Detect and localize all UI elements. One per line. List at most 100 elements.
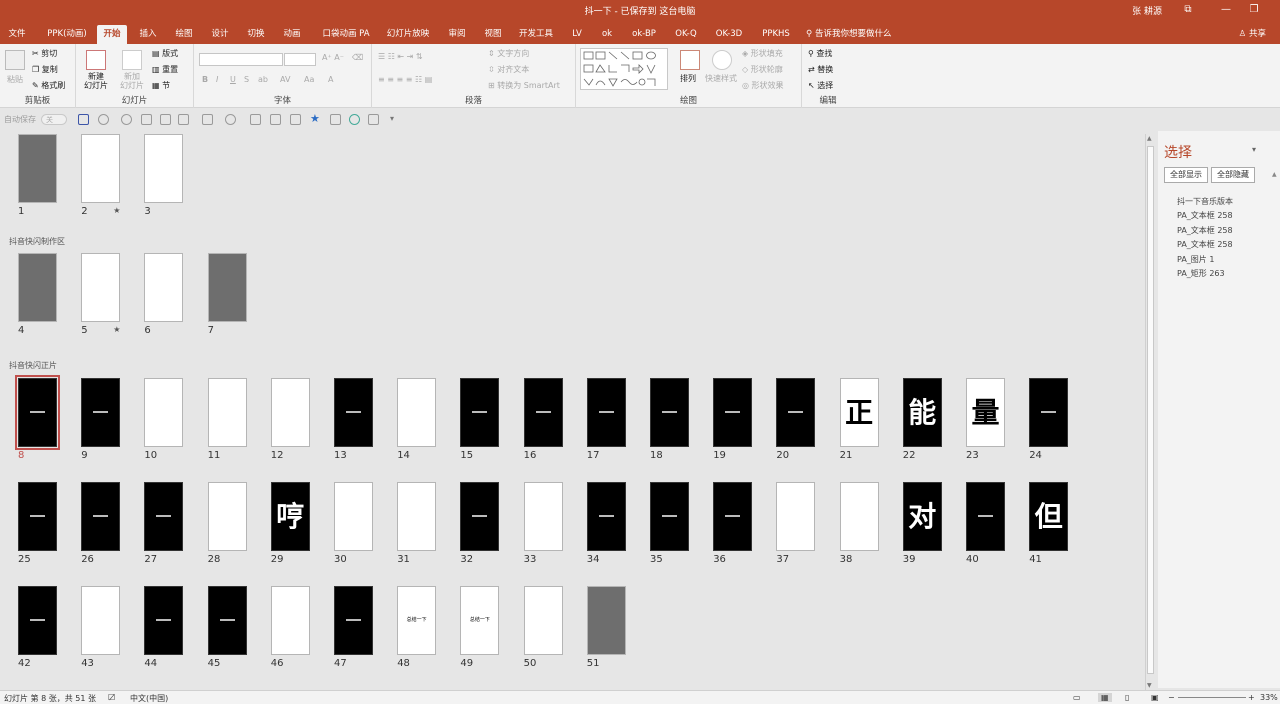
replace-button[interactable]: ⇄ 替换 — [808, 64, 833, 75]
slide-thumbnail[interactable] — [15, 375, 60, 450]
selection-item[interactable]: PA_文本框 258 — [1177, 210, 1233, 221]
reading-view-icon[interactable]: ▯ — [1125, 693, 1129, 702]
section-header[interactable]: 抖音快闪正片 — [9, 360, 57, 371]
qat-tool-7-icon[interactable] — [290, 114, 301, 125]
slide-thumbnail[interactable] — [397, 378, 437, 447]
selection-item[interactable]: 抖一下音乐版本 — [1177, 196, 1233, 207]
slide-thumbnail[interactable]: 正 — [839, 378, 879, 447]
tab-animations[interactable]: 动画 — [279, 25, 305, 44]
slide-thumbnail[interactable] — [523, 378, 563, 447]
slide-thumbnail[interactable] — [270, 586, 310, 655]
tab-view[interactable]: 视图 — [480, 25, 506, 44]
shape-fill-button[interactable]: ◈ 形状填充 — [742, 48, 783, 59]
slide-thumbnail[interactable] — [144, 482, 184, 551]
slide-thumbnail[interactable] — [523, 482, 563, 551]
animation-star-icon[interactable]: ★ — [113, 206, 120, 215]
zoom-out-icon[interactable]: − — [1168, 693, 1175, 702]
zoom-in-icon[interactable]: + — [1248, 693, 1255, 702]
slide-thumbnail[interactable] — [18, 134, 57, 203]
slide-thumbnail[interactable] — [144, 586, 184, 655]
slide-thumbnail[interactable] — [207, 253, 247, 322]
slide-thumbnail[interactable] — [586, 378, 626, 447]
animation-star-icon[interactable]: ★ — [113, 325, 120, 334]
qat-tool-8-icon[interactable] — [330, 114, 341, 125]
zoom-slider[interactable] — [1178, 697, 1246, 698]
slide-thumbnail[interactable] — [81, 378, 121, 447]
slide-thumbnail[interactable]: 哼 — [270, 482, 310, 551]
selection-item[interactable]: PA_矩形 263 — [1177, 268, 1225, 279]
slide-thumbnail[interactable] — [207, 586, 247, 655]
smartart-button[interactable]: ⊞ 转换为 SmartArt — [488, 80, 560, 91]
tab-draw[interactable]: 绘图 — [171, 25, 197, 44]
qat-tool-5-icon[interactable] — [250, 114, 261, 125]
qat-customize-icon[interactable]: ▾ — [390, 114, 394, 123]
tab-design[interactable]: 设计 — [207, 25, 233, 44]
slide-thumbnail[interactable] — [144, 253, 184, 322]
redo-icon[interactable] — [121, 114, 132, 125]
quick-styles-button[interactable]: 快速样式 — [705, 73, 737, 84]
slide-thumbnail[interactable] — [81, 134, 121, 203]
slide-thumbnail[interactable] — [18, 482, 57, 551]
zoom-level[interactable]: 33% — [1260, 693, 1278, 702]
selection-item[interactable]: PA_文本框 258 — [1177, 225, 1233, 236]
scrollbar-thumb[interactable] — [1147, 146, 1154, 674]
shape-outline-button[interactable]: ◇ 形状轮廓 — [742, 64, 783, 75]
slide-thumbnail[interactable] — [270, 378, 310, 447]
slide-thumbnail[interactable] — [586, 482, 626, 551]
restore-icon[interactable]: ⧉ — [1176, 2, 1200, 18]
vertical-scrollbar[interactable]: ▲ ▼ — [1145, 134, 1154, 690]
star-icon[interactable]: ★ — [310, 112, 320, 125]
show-all-button[interactable]: 全部显示 — [1164, 167, 1208, 183]
slide-thumbnail[interactable] — [776, 482, 816, 551]
slide-thumbnail[interactable] — [81, 253, 121, 322]
tell-me-box[interactable]: ⚲ 告诉我你想要做什么 — [806, 25, 891, 44]
cut-button[interactable]: ✂ 剪切 — [32, 48, 57, 59]
copy-button[interactable]: ❐ 复制 — [32, 64, 58, 75]
slide-thumbnail[interactable] — [144, 378, 184, 447]
slide-thumbnail[interactable]: 能 — [902, 378, 942, 447]
qat-tool-3-icon[interactable] — [202, 114, 213, 125]
qat-tool-1-icon[interactable] — [160, 114, 171, 125]
slide-thumbnail[interactable] — [776, 378, 816, 447]
maximize-icon[interactable]: ❐ — [1242, 2, 1266, 18]
select-button[interactable]: ↖ 选择 — [808, 80, 833, 91]
tab-review[interactable]: 审阅 — [444, 25, 470, 44]
normal-view-icon[interactable]: ▭ — [1073, 693, 1081, 702]
align-icons[interactable]: ≡ ≡ ≡ ≡ ☷ ▤ — [378, 75, 432, 84]
font-name-input[interactable] — [199, 53, 283, 66]
shapes-gallery[interactable] — [580, 48, 668, 90]
tab-ok-bp[interactable]: ok-BP — [626, 25, 662, 44]
circle-icon[interactable] — [349, 114, 360, 125]
change-case-button[interactable]: Aa — [304, 75, 314, 84]
underline-button[interactable]: U — [230, 75, 236, 84]
qat-tool-2-icon[interactable] — [178, 114, 189, 125]
paste-icon[interactable] — [5, 50, 25, 70]
slide-thumbnail[interactable] — [586, 586, 626, 655]
italic-button[interactable]: I — [216, 75, 218, 84]
tab-developer[interactable]: 开发工具 — [516, 25, 556, 44]
tab-slideshow[interactable]: 幻灯片放映 — [384, 25, 432, 44]
tab-insert[interactable]: 插入 — [135, 25, 161, 44]
slide-thumbnail[interactable] — [397, 482, 437, 551]
shadow-button[interactable]: ab — [258, 75, 268, 84]
slide-thumbnail[interactable] — [966, 482, 1005, 551]
slide-thumbnail[interactable] — [334, 586, 373, 655]
tab-home[interactable]: 开始 — [97, 25, 127, 44]
slide-thumbnail[interactable] — [1029, 378, 1069, 447]
bring-forward-icon[interactable]: ▲ — [1272, 171, 1277, 178]
tab-ok-3d[interactable]: OK-3D — [710, 25, 748, 44]
save-icon[interactable] — [78, 114, 89, 125]
qat-tool-6-icon[interactable] — [270, 114, 281, 125]
bold-button[interactable]: B — [202, 75, 208, 84]
slide-thumbnail[interactable] — [18, 253, 57, 322]
tab-file[interactable]: 文件 — [4, 25, 30, 44]
arrange-button[interactable]: 排列 — [680, 73, 696, 84]
layout-button[interactable]: ▤ 版式 — [152, 48, 178, 59]
minimize-icon[interactable]: — — [1214, 2, 1238, 18]
font-size-input[interactable] — [284, 53, 316, 66]
slide-thumbnail[interactable] — [650, 378, 689, 447]
autosave-toggle[interactable]: 关 — [41, 114, 67, 125]
section-button[interactable]: ▦ 节 — [152, 80, 170, 91]
char-spacing-button[interactable]: AV — [280, 75, 290, 84]
slide-thumbnail[interactable] — [523, 586, 563, 655]
